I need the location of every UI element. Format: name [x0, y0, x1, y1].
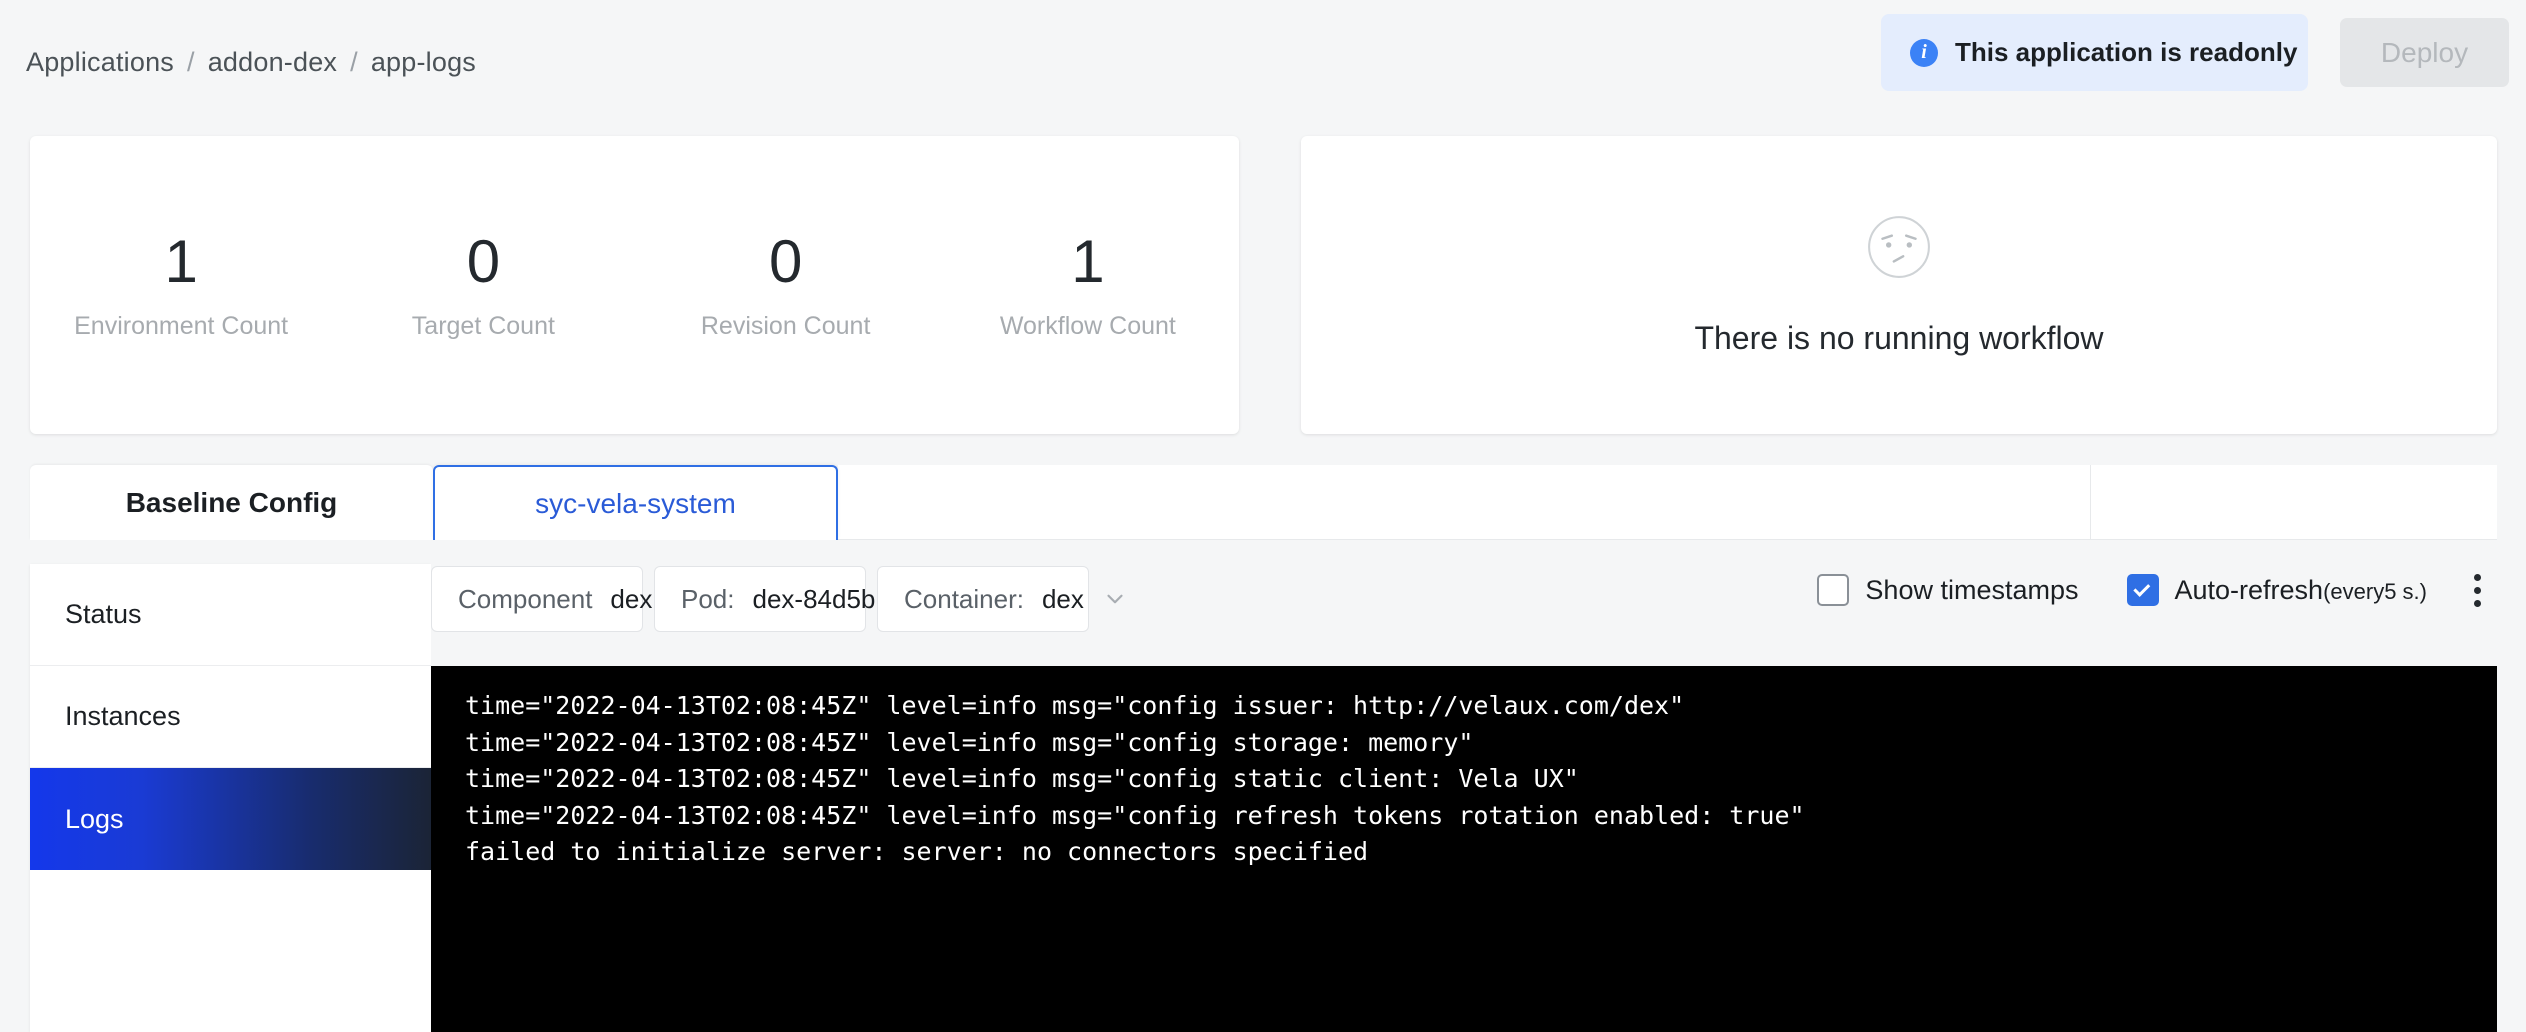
component-select[interactable]: Component dex — [431, 566, 691, 632]
stat-target-count: 0 Target Count — [332, 227, 634, 340]
component-select-value: dex — [610, 583, 653, 614]
application-stats-card: 1 Environment Count 0 Target Count 0 Rev… — [30, 136, 1239, 434]
auto-refresh-label: Auto-refresh(every5 s.) — [2175, 575, 2428, 606]
stat-workflow-count: 1 Workflow Count — [937, 227, 1239, 340]
top-bar: Applications / addon-dex / app-logs i Th… — [0, 0, 2526, 123]
sidebar-item-logs[interactable]: Logs — [30, 768, 431, 870]
sidebar-item-instances[interactable]: Instances — [30, 666, 431, 768]
confused-face-icon — [1868, 215, 1930, 278]
readonly-banner: i This application is readonly — [1881, 14, 2308, 91]
checkbox-box — [1817, 574, 1850, 606]
breadcrumb-item-addon-dex[interactable]: addon-dex — [208, 47, 337, 78]
running-workflow-card: There is no running workflow — [1301, 136, 2497, 434]
log-line: time="2022-04-13T02:08:45Z" level=info m… — [465, 800, 1805, 830]
auto-refresh-checkbox[interactable]: Auto-refresh(every5 s.) — [2126, 574, 2428, 606]
stat-value: 1 — [164, 227, 198, 295]
logs-filter-bar: Component dex Pod: dex-84d5b… Container:… — [431, 566, 2497, 642]
log-output[interactable]: time="2022-04-13T02:08:45Z" level=info m… — [431, 666, 2497, 1032]
stat-value: 0 — [768, 227, 803, 295]
tabstrip-filler — [838, 465, 2497, 540]
stat-label: Revision Count — [700, 311, 871, 340]
breadcrumb: Applications / addon-dex / app-logs — [26, 47, 476, 78]
sidebar-empty-row — [30, 870, 431, 972]
stat-value: 1 — [1071, 227, 1105, 295]
show-timestamps-label: Show timestamps — [1865, 574, 2079, 605]
container-select-value: dex — [1041, 583, 1084, 614]
log-line: failed to initialize server: server: no … — [465, 837, 1369, 866]
deploy-button[interactable]: Deploy — [2340, 18, 2509, 87]
sidebar-item-label: Status — [65, 599, 142, 629]
tab-label: Baseline Config — [125, 486, 338, 518]
logs-options: Show timestamps Auto-refresh(every5 s.) — [1817, 570, 2497, 610]
container-select-label: Container: — [904, 583, 1024, 614]
breadcrumb-item-app-logs: app-logs — [370, 47, 476, 77]
environment-content: Status Instances Logs Component dex Pod:… — [30, 540, 2497, 1032]
stat-value: 0 — [466, 227, 501, 295]
environment-sidemenu: Status Instances Logs — [30, 564, 431, 1032]
log-line: time="2022-04-13T02:08:45Z" level=info m… — [465, 727, 1474, 757]
breadcrumb-separator: / — [350, 47, 358, 77]
log-line: time="2022-04-13T02:08:45Z" level=info m… — [465, 691, 1685, 720]
pod-select[interactable]: Pod: dex-84d5b… — [654, 566, 940, 632]
tab-syc-vela-system[interactable]: syc-vela-system — [433, 465, 838, 540]
sidebar-item-label: Instances — [65, 701, 181, 731]
chevron-down-icon — [1107, 594, 1123, 604]
show-timestamps-checkbox[interactable]: Show timestamps — [1817, 574, 2079, 606]
sidebar-item-status[interactable]: Status — [30, 564, 431, 666]
tabstrip-divider — [2090, 465, 2091, 540]
pod-select-label: Pod: — [681, 583, 735, 614]
log-line: time="2022-04-13T02:08:45Z" level=info m… — [465, 764, 1579, 793]
breadcrumb-item-applications[interactable]: Applications — [26, 47, 174, 78]
component-select-label: Component — [458, 583, 593, 614]
logs-panel: Component dex Pod: dex-84d5b… Container:… — [431, 540, 2497, 1032]
checkbox-box-checked — [2126, 574, 2159, 606]
auto-refresh-label-main: Auto-refresh — [2174, 574, 2324, 605]
stat-label: Workflow Count — [999, 311, 1176, 340]
container-select[interactable]: Container: dex — [877, 566, 1123, 632]
tab-baseline-config[interactable]: Baseline Config — [30, 465, 433, 540]
stat-label: Target Count — [411, 311, 555, 340]
stat-environment-count: 1 Environment Count — [30, 227, 332, 340]
breadcrumb-separator: / — [187, 47, 195, 77]
kebab-menu-icon[interactable] — [2457, 570, 2497, 610]
readonly-banner-text: This application is readonly — [1955, 37, 2298, 67]
environment-tabstrip: Baseline Config syc-vela-system — [30, 465, 2497, 540]
sidebar-item-label: Logs — [65, 803, 124, 834]
auto-refresh-interval: (every5 s.) — [2323, 578, 2427, 604]
info-circle-icon: i — [1910, 38, 1938, 67]
tab-label: syc-vela-system — [535, 487, 736, 519]
app-page: Applications / addon-dex / app-logs i Th… — [0, 0, 2526, 1032]
workflow-empty-text: There is no running workflow — [1694, 319, 2104, 356]
stat-label: Environment Count — [74, 311, 289, 340]
stat-revision-count: 0 Revision Count — [635, 227, 937, 340]
